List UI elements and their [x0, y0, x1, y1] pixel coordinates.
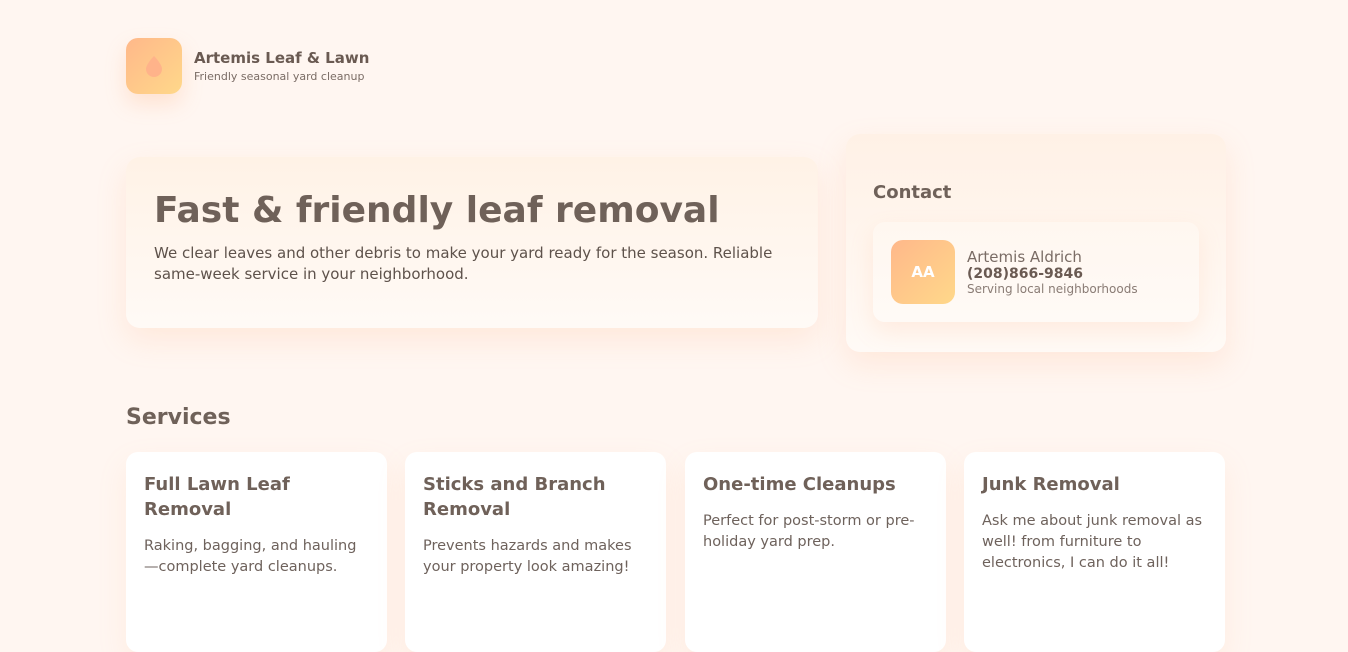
- service-title: One-time Cleanups: [703, 474, 896, 495]
- service-description: Perfect for post-storm or pre-holiday ya…: [703, 513, 915, 550]
- contact-info: Artemis Aldrich (208)866-9846 Serving lo…: [967, 248, 1138, 296]
- contact-title: Contact: [873, 182, 952, 203]
- hero-card: Fast & friendly leaf removal We clear le…: [126, 157, 818, 328]
- service-card: Sticks and Branch Removal Prevents hazar…: [405, 452, 666, 652]
- service-title: Sticks and Branch Removal: [423, 474, 606, 520]
- contact-name: Artemis Aldrich: [967, 248, 1082, 266]
- brand-tagline: Friendly seasonal yard cleanup: [194, 69, 365, 83]
- service-card: One-time Cleanups Perfect for post-storm…: [685, 452, 946, 652]
- brand: Artemis Leaf & Lawn Friendly seasonal ya…: [126, 38, 369, 94]
- service-description: Ask me about junk removal as well! from …: [982, 513, 1203, 571]
- service-description: Prevents hazards and makes your property…: [423, 538, 632, 575]
- contact-phone[interactable]: (208)866-9846: [967, 266, 1138, 282]
- page: Artemis Leaf & Lawn Friendly seasonal ya…: [0, 0, 1348, 652]
- service-description: Raking, bagging, and hauling—complete ya…: [144, 538, 357, 575]
- avatar: AA: [891, 240, 955, 304]
- contact-panel: Contact AA Artemis Aldrich (208)866-9846…: [846, 134, 1226, 352]
- brand-text: Artemis Leaf & Lawn Friendly seasonal ya…: [194, 49, 369, 84]
- hero-description: We clear leaves and other debris to make…: [154, 244, 773, 283]
- contact-card: AA Artemis Aldrich (208)866-9846 Serving…: [873, 222, 1199, 322]
- service-card: Junk Removal Ask me about junk removal a…: [964, 452, 1225, 652]
- contact-note: Serving local neighborhoods: [967, 282, 1138, 296]
- services-title: Services: [126, 405, 231, 430]
- service-title: Junk Removal: [982, 474, 1120, 495]
- service-title: Full Lawn Leaf Removal: [144, 474, 290, 520]
- leaf-drop-icon: [126, 38, 182, 94]
- service-card: Full Lawn Leaf Removal Raking, bagging, …: [126, 452, 387, 652]
- hero-title: Fast & friendly leaf removal: [154, 190, 720, 231]
- brand-title: Artemis Leaf & Lawn: [194, 48, 370, 67]
